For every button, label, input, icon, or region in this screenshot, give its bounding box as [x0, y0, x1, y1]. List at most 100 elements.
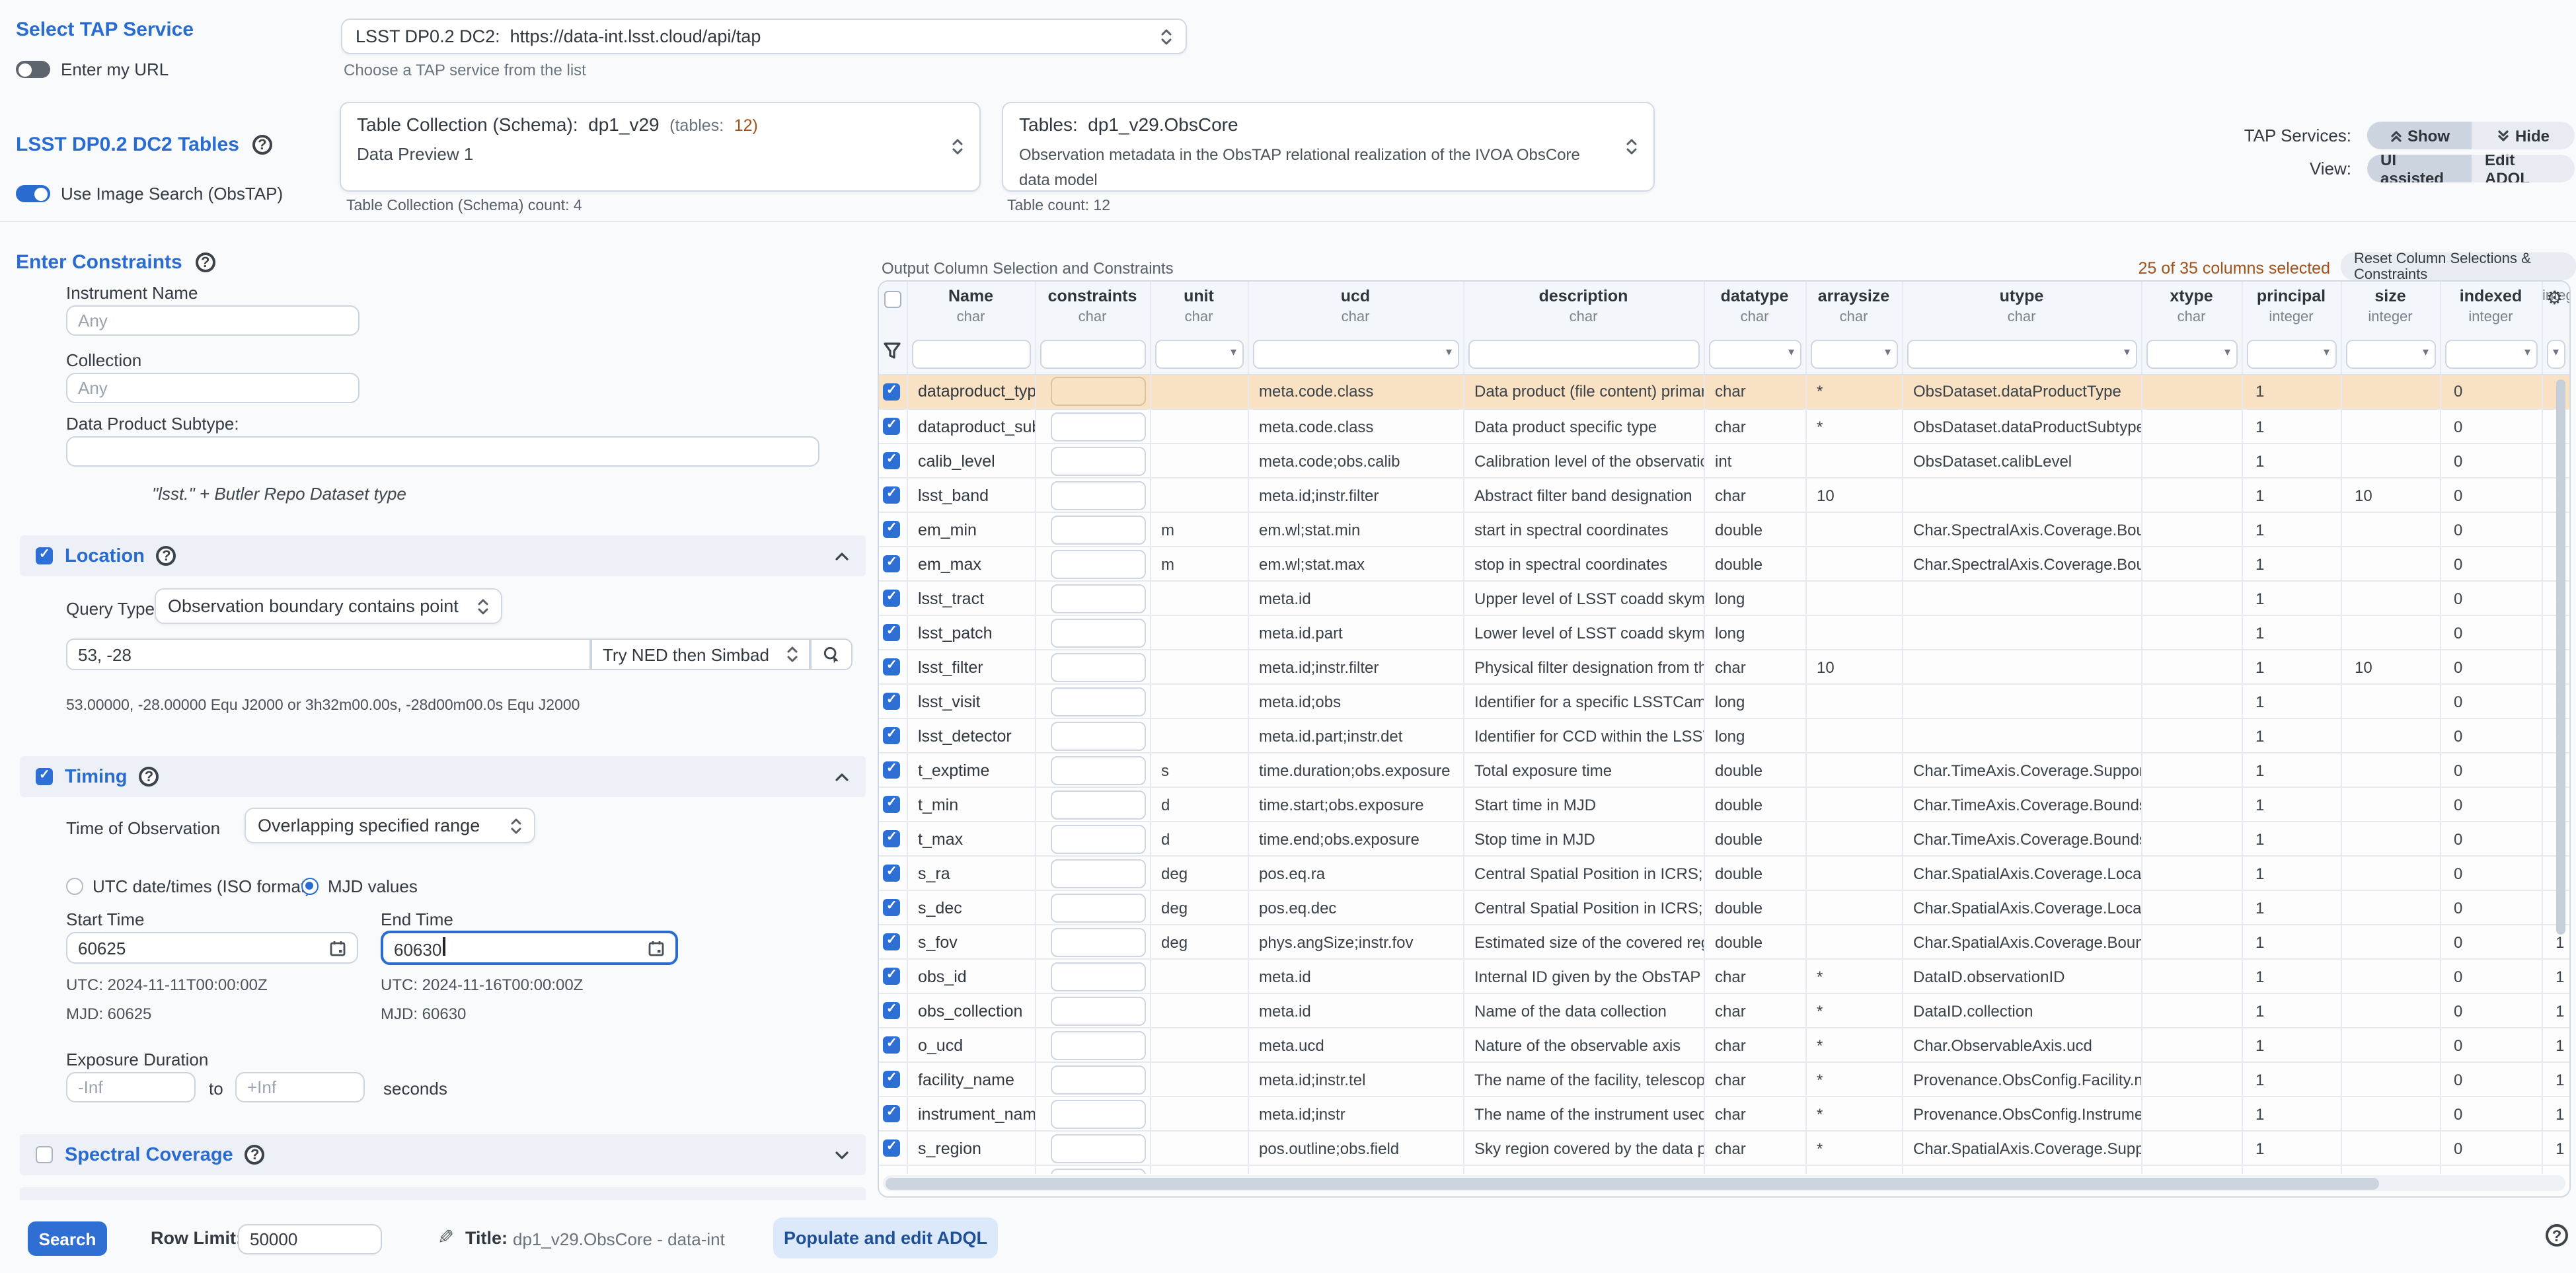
- row-checkbox[interactable]: [883, 1071, 900, 1088]
- column-header[interactable]: utype char: [1902, 282, 2141, 334]
- row-checkbox[interactable]: [883, 452, 900, 469]
- hide-button[interactable]: Hide: [2472, 122, 2575, 149]
- exposure-min-input[interactable]: -Inf: [66, 1072, 196, 1102]
- column-filter-input[interactable]: ▾: [2345, 340, 2435, 369]
- exposure-max-input[interactable]: +Inf: [235, 1072, 365, 1102]
- column-header[interactable]: datatype char: [1704, 282, 1805, 334]
- query-type-select[interactable]: Observation boundary contains point: [155, 588, 502, 624]
- calendar-icon[interactable]: [329, 939, 346, 956]
- row-constraint-input[interactable]: [1050, 824, 1145, 853]
- row-constraint-input[interactable]: [1050, 412, 1145, 441]
- constraints-help-icon[interactable]: ?: [196, 252, 215, 272]
- column-header[interactable]: Name char: [907, 282, 1035, 334]
- row-checkbox[interactable]: [883, 830, 900, 847]
- spectral-checkbox[interactable]: [36, 1146, 53, 1163]
- table-row[interactable]: dataproduct_subtype meta.code.class Data…: [879, 409, 2569, 444]
- table-row[interactable]: lsst_visit meta.id;obs Identifier for a …: [879, 684, 2569, 718]
- row-checkbox[interactable]: [883, 383, 900, 401]
- table-row[interactable]: obs_collection meta.id Name of the data …: [879, 993, 2569, 1028]
- row-checkbox[interactable]: [883, 1139, 900, 1157]
- table-row[interactable]: s_fov deg phys.angSize;instr.fov Estimat…: [879, 925, 2569, 959]
- row-checkbox[interactable]: [883, 658, 900, 675]
- reset-columns-button[interactable]: Reset Column Selections & Constraints: [2341, 252, 2576, 280]
- location-section-header[interactable]: Location ?: [20, 535, 866, 576]
- column-header[interactable]: constraints char: [1035, 282, 1150, 334]
- row-constraint-input[interactable]: [1050, 996, 1145, 1025]
- column-filter-input[interactable]: ▾: [2146, 340, 2237, 369]
- rows-viewport[interactable]: dataproduct_type meta.code.class Data pr…: [879, 375, 2569, 1173]
- end-time-input[interactable]: 60630: [381, 931, 678, 965]
- row-constraint-input[interactable]: [1050, 584, 1145, 613]
- row-checkbox[interactable]: [883, 796, 900, 813]
- table-row[interactable]: s_region pos.outline;obs.field Sky regio…: [879, 1131, 2569, 1165]
- location-help-icon[interactable]: ?: [157, 546, 176, 566]
- row-constraint-input[interactable]: [1050, 1099, 1145, 1128]
- row-constraint-input[interactable]: [1050, 1065, 1145, 1094]
- row-checkbox[interactable]: [883, 555, 900, 572]
- column-filter-input[interactable]: ▾: [1708, 340, 1801, 369]
- row-checkbox[interactable]: [883, 521, 900, 538]
- collection-input[interactable]: Any: [66, 373, 360, 403]
- column-filter-input[interactable]: ▾: [2246, 340, 2336, 369]
- column-header[interactable]: size integer: [2341, 282, 2440, 334]
- obstap-toggle[interactable]: [16, 185, 50, 202]
- calendar-icon[interactable]: [648, 939, 665, 956]
- column-header[interactable]: indexed integer: [2440, 282, 2542, 334]
- column-filter-input[interactable]: ▾: [2444, 340, 2537, 369]
- row-checkbox[interactable]: [883, 727, 900, 744]
- column-filter-input[interactable]: ▾: [1907, 340, 2137, 369]
- row-checkbox[interactable]: [883, 899, 900, 916]
- row-constraint-input[interactable]: [1050, 549, 1145, 578]
- utc-radio[interactable]: [66, 878, 83, 895]
- row-constraint-input[interactable]: [1050, 515, 1145, 544]
- chevron-up-icon[interactable]: [834, 771, 850, 782]
- schema-select[interactable]: Table Collection (Schema): dp1_v29 (tabl…: [340, 102, 981, 192]
- column-filter-input[interactable]: [911, 340, 1030, 369]
- column-header[interactable]: arraysize char: [1805, 282, 1902, 334]
- column-header[interactable]: principal integer: [2242, 282, 2341, 334]
- table-row[interactable]: lsst_patch meta.id.part Lower level of L…: [879, 615, 2569, 650]
- table-row[interactable]: instrument_name meta.id;instr The name o…: [879, 1097, 2569, 1131]
- row-constraint-input[interactable]: [1050, 377, 1145, 406]
- column-header[interactable]: ucd char: [1248, 282, 1463, 334]
- row-constraint-input[interactable]: [1050, 652, 1145, 681]
- table-row[interactable]: em_max m em.wl;stat.max stop in spectral…: [879, 547, 2569, 581]
- column-filter-input[interactable]: ▾: [2546, 340, 2565, 369]
- row-constraint-input[interactable]: [1050, 859, 1145, 888]
- row-checkbox[interactable]: [883, 1036, 900, 1054]
- resolver-select[interactable]: Try NED then Simbad: [591, 638, 810, 670]
- table-row[interactable]: em_min m em.wl;stat.min start in spectra…: [879, 512, 2569, 547]
- table-row[interactable]: lsst_tract meta.id Upper level of LSST c…: [879, 581, 2569, 615]
- table-row[interactable]: dataproduct_type meta.code.class Data pr…: [879, 375, 2569, 409]
- row-constraint-input[interactable]: [1050, 1134, 1145, 1163]
- row-constraint-input[interactable]: [1050, 1030, 1145, 1060]
- spectral-section-header[interactable]: Spectral Coverage ?: [20, 1134, 866, 1175]
- table-row[interactable]: s_ra deg pos.eq.ra Central Spatial Posit…: [879, 856, 2569, 890]
- chevron-down-icon[interactable]: [834, 1149, 850, 1160]
- table-row[interactable]: calib_level meta.code;obs.calib Calibrat…: [879, 444, 2569, 478]
- instrument-name-input[interactable]: Any: [66, 305, 360, 336]
- row-constraint-input[interactable]: [1050, 481, 1145, 510]
- tap-service-select[interactable]: LSST DP0.2 DC2: https://data-int.lsst.cl…: [341, 19, 1187, 54]
- row-limit-input[interactable]: 50000: [238, 1224, 382, 1254]
- row-constraint-input[interactable]: [1050, 755, 1145, 785]
- table-row[interactable]: [879, 1165, 2569, 1173]
- column-filter-input[interactable]: ▾: [1810, 340, 1897, 369]
- tables-select[interactable]: Tables: dp1_v29.ObsCore Observation meta…: [1002, 102, 1655, 192]
- timing-section-header[interactable]: Timing ?: [20, 756, 866, 797]
- row-checkbox[interactable]: [883, 693, 900, 710]
- row-constraint-input[interactable]: [1050, 1169, 1145, 1174]
- tables-help-icon[interactable]: ?: [252, 135, 272, 155]
- mjd-radio[interactable]: [301, 878, 319, 895]
- select-all-checkbox[interactable]: [884, 291, 901, 308]
- horizontal-scrollbar-thumb[interactable]: [886, 1177, 2379, 1189]
- table-row[interactable]: t_min d time.start;obs.exposure Start ti…: [879, 787, 2569, 822]
- row-checkbox[interactable]: [883, 933, 900, 950]
- coords-input[interactable]: 53, -28: [66, 638, 591, 670]
- show-button[interactable]: Show: [2367, 122, 2472, 149]
- row-constraint-input[interactable]: [1050, 618, 1145, 647]
- populate-adql-button[interactable]: Populate and edit ADQL: [773, 1217, 998, 1258]
- column-header[interactable]: description char: [1463, 282, 1704, 334]
- location-checkbox[interactable]: [36, 547, 53, 564]
- column-filter-input[interactable]: [1468, 340, 1699, 369]
